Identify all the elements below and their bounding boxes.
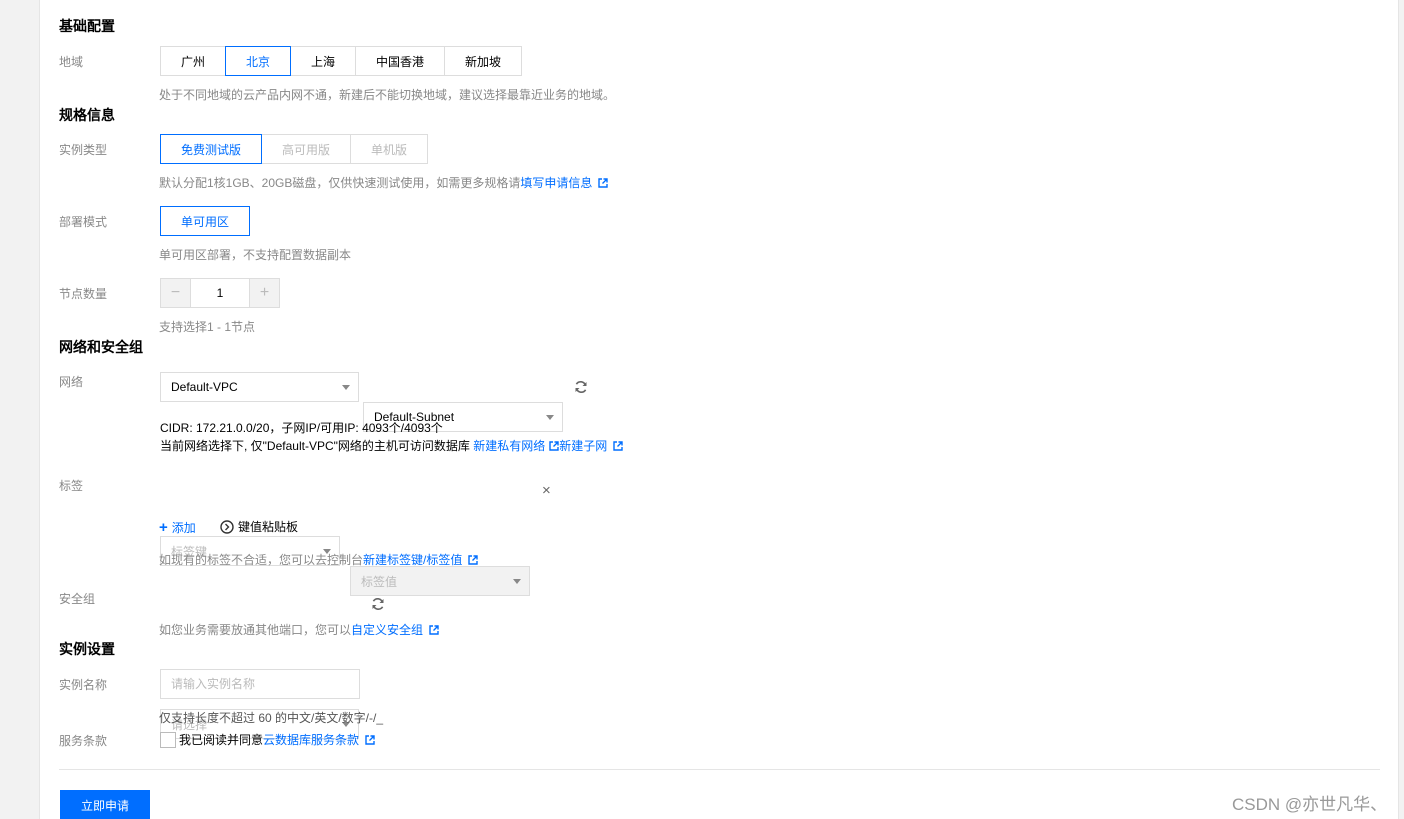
- new-tag-link[interactable]: 新建标签键/标签值: [363, 553, 462, 567]
- section-title-network: 网络和安全组: [59, 339, 143, 355]
- terms-link[interactable]: 云数据库服务条款: [263, 731, 359, 748]
- chevron-down-icon: [342, 385, 350, 390]
- terms-label: 服务条款: [59, 734, 108, 748]
- paste-board-button[interactable]: 键值粘贴板: [220, 518, 298, 535]
- instance-name-hint: 仅支持长度不超过 60 的中文/英文/数字/-/_: [159, 711, 384, 725]
- new-vpc-link[interactable]: 新建私有网络: [473, 439, 545, 453]
- refresh-icon[interactable]: [370, 596, 386, 612]
- region-option-hongkong[interactable]: 中国香港: [355, 46, 445, 76]
- external-link-icon: [598, 178, 609, 188]
- node-count-hint: 支持选择1 - 1节点: [159, 320, 256, 334]
- region-hint: 处于不同地域的云产品内网不通，新建后不能切换地域，建议选择最靠近业务的地域。: [159, 88, 616, 102]
- terms-checkbox[interactable]: [160, 731, 176, 748]
- type-option-ha[interactable]: 高可用版: [261, 134, 351, 164]
- section-title-spec: 规格信息: [59, 107, 115, 123]
- external-link-icon: [549, 441, 559, 451]
- section-title-instance: 实例设置: [59, 641, 115, 657]
- chevron-down-icon: [546, 415, 554, 420]
- network-access-info: 当前网络选择下, 仅"Default-VPC"网络的主机可访问数据库 新建私有网…: [160, 437, 623, 454]
- close-icon[interactable]: ×: [542, 482, 551, 499]
- region-option-guangzhou[interactable]: 广州: [160, 46, 226, 76]
- instance-type-hint: 默认分配1核1GB、20GB磁盘，仅供快速测试使用，如需更多规格请填写申请信息: [159, 174, 609, 191]
- region-option-singapore[interactable]: 新加坡: [444, 46, 522, 76]
- instance-name-label: 实例名称: [59, 678, 108, 692]
- deploy-mode-selector: 单可用区: [160, 206, 250, 236]
- tag-value-placeholder: 标签值: [361, 574, 398, 589]
- plus-icon: +: [159, 519, 168, 536]
- security-group-hint-text: 如您业务需要放通其他端口，您可以: [159, 623, 352, 637]
- custom-security-group-link[interactable]: 自定义安全组: [351, 623, 423, 637]
- tag-label: 标签: [59, 479, 84, 493]
- refresh-icon[interactable]: [573, 379, 589, 395]
- new-subnet-link[interactable]: 新建子网: [559, 439, 607, 453]
- region-option-shanghai[interactable]: 上海: [290, 46, 356, 76]
- external-link-icon: [468, 555, 479, 565]
- region-selector: 广州 北京 上海 中国香港 新加坡: [160, 46, 522, 76]
- network-access-text: 当前网络选择下, 仅"Default-VPC"网络的主机可访问数据库: [160, 439, 470, 453]
- cidr-info: CIDR: 172.21.0.0/20，子网IP/可用IP: 4093个/409…: [160, 421, 443, 435]
- security-group-hint: 如您业务需要放通其他端口，您可以自定义安全组: [159, 621, 439, 638]
- deploy-option-single-az[interactable]: 单可用区: [160, 206, 250, 236]
- terms-row: 我已阅读并同意 云数据库服务条款: [160, 731, 375, 748]
- region-label: 地域: [59, 55, 84, 69]
- vpc-select[interactable]: Default-VPC: [160, 372, 359, 402]
- apply-info-link[interactable]: 填写申请信息: [520, 176, 592, 190]
- tag-hint: 如现有的标签不合适，您可以去控制台新建标签键/标签值: [159, 551, 479, 568]
- right-background: [1399, 0, 1404, 819]
- watermark: CSDN @亦世凡华、: [1232, 795, 1388, 814]
- divider: [59, 769, 1380, 770]
- type-option-single[interactable]: 单机版: [350, 134, 428, 164]
- add-tag-label: 添加: [171, 521, 196, 535]
- deploy-mode-label: 部署模式: [59, 215, 108, 229]
- node-count-value[interactable]: 1: [191, 278, 249, 308]
- security-group-label: 安全组: [59, 592, 96, 606]
- instance-type-hint-text: 默认分配1核1GB、20GB磁盘，仅供快速测试使用，如需更多规格请: [159, 176, 521, 190]
- external-link-icon: [365, 734, 375, 745]
- vpc-select-value: Default-VPC: [171, 380, 238, 394]
- external-link-icon: [429, 625, 439, 635]
- add-tag-button[interactable]: + 添加: [159, 519, 196, 536]
- form-card: 基础配置 地域 广州 北京 上海 中国香港 新加坡 处于不同地域的云产品内网不通…: [39, 0, 1399, 819]
- type-option-free[interactable]: 免费测试版: [160, 134, 262, 164]
- instance-type-selector: 免费测试版 高可用版 单机版: [160, 134, 428, 164]
- node-count-label: 节点数量: [59, 287, 108, 301]
- terms-text: 我已阅读并同意: [179, 733, 264, 747]
- network-label: 网络: [59, 375, 84, 389]
- left-background: [0, 0, 39, 819]
- region-option-beijing[interactable]: 北京: [225, 46, 291, 76]
- deploy-mode-hint: 单可用区部署，不支持配置数据副本: [159, 248, 352, 262]
- decrement-button[interactable]: −: [160, 278, 191, 308]
- increment-button[interactable]: +: [249, 278, 280, 308]
- section-title-basic: 基础配置: [59, 18, 115, 34]
- submit-button[interactable]: 立即申请: [60, 790, 150, 819]
- node-count-stepper: − 1 +: [160, 278, 280, 308]
- tag-hint-text: 如现有的标签不合适，您可以去控制台: [159, 553, 364, 567]
- instance-type-label: 实例类型: [59, 143, 108, 157]
- instance-name-input[interactable]: [160, 669, 360, 699]
- chevron-circle-icon: [220, 519, 234, 534]
- paste-board-label: 键值粘贴板: [238, 520, 299, 534]
- tag-value-select[interactable]: 标签值: [350, 566, 530, 596]
- chevron-down-icon: [513, 579, 521, 584]
- external-link-icon: [613, 441, 623, 451]
